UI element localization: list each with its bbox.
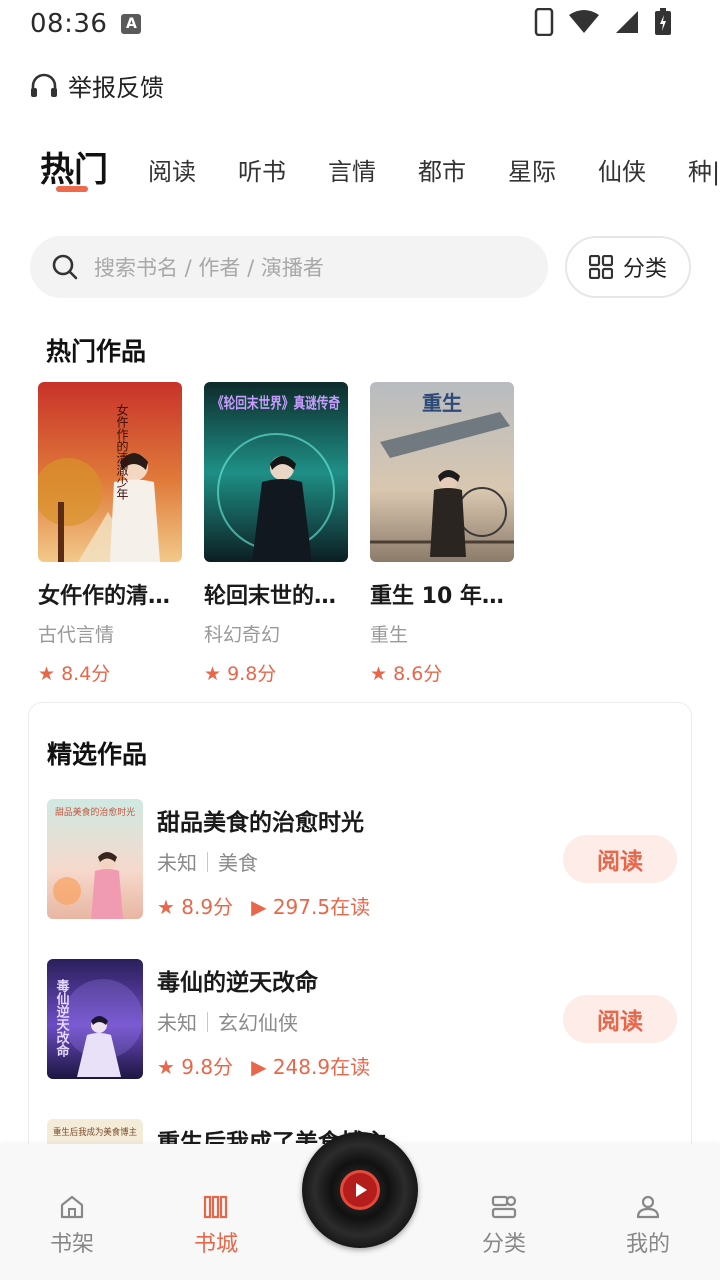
book-score: ★ 9.8分 [157, 1055, 234, 1079]
tab-xianxia[interactable]: 仙侠 [598, 140, 646, 187]
search-placeholder: 搜索书名 / 作者 / 演播者 [94, 256, 324, 280]
nav-label: 书架 [49, 1232, 94, 1257]
nav-bookstore[interactable]: 书城 [176, 1194, 256, 1258]
status-bar: 08:36 A [0, 0, 720, 48]
cover-title: 女仵作的清澈少年 [115, 403, 129, 500]
book-score: ★ 9.8分 [204, 663, 277, 685]
category-button-label: 分类 [622, 257, 667, 282]
status-time: 08:36 [30, 9, 108, 39]
book-genre: 古代言情 [38, 624, 115, 646]
book-readers: ▶ 248.9在读 [251, 1055, 371, 1079]
book-score: ★ 8.6分 [370, 663, 443, 685]
book-genre: 玄幻仙侠 [218, 1011, 298, 1035]
tab-label: 热门 [40, 150, 108, 190]
feedback-label: 举报反馈 [68, 74, 164, 102]
book-genre: 重生 [370, 624, 409, 646]
tab-hot[interactable]: 热门 [40, 140, 108, 192]
user-icon [636, 1195, 660, 1219]
books-icon [203, 1195, 228, 1219]
book-title: 重生 10 年… [370, 584, 504, 609]
book-genre: 科幻奇幻 [204, 624, 281, 646]
tab-reading[interactable]: 阅读 [148, 140, 196, 187]
book-title: 毒仙的逆天改命 [157, 970, 318, 996]
cover-title: 《轮回末世界》真谜传奇 [212, 394, 340, 412]
nav-label: 书城 [193, 1232, 238, 1257]
tab-urban[interactable]: 都市 [418, 140, 466, 187]
meta-divider [207, 851, 208, 872]
wifi-icon [569, 10, 599, 33]
phone-icon [534, 8, 554, 36]
notification-a-icon: A [121, 14, 142, 34]
featured-book-item[interactable]: 毒仙逆天改命 毒仙的逆天改命 未知 玄幻仙侠 ★ 9.8分 ▶ 248.9在读 … [47, 959, 677, 1079]
book-author: 未知 [157, 1011, 197, 1035]
tab-audiobook[interactable]: 听书 [238, 140, 286, 187]
book-readers: ▶ 297.5在读 [251, 895, 371, 919]
nav-label: 我的 [625, 1232, 670, 1257]
book-score: ★ 8.9分 [157, 895, 234, 919]
cover-title: 毒仙逆天改命 [54, 978, 71, 1058]
meta-divider [207, 1011, 208, 1032]
grid-icon [588, 255, 613, 279]
book-stats: ★ 9.8分 ▶ 248.9在读 [157, 1051, 370, 1080]
home-icon [60, 1195, 84, 1219]
cover-title: 甜品美食的治愈时光 [55, 806, 135, 818]
read-button[interactable]: 阅读 [563, 995, 677, 1043]
book-genre: 美食 [218, 851, 258, 875]
audio-player-disc-button[interactable] [302, 1132, 418, 1248]
hot-section-title: 热门作品 [46, 337, 147, 366]
book-cover: 毒仙逆天改命 [47, 959, 143, 1079]
book-score: ★ 8.4分 [38, 663, 111, 685]
read-button[interactable]: 阅读 [563, 835, 677, 883]
nav-label: 分类 [481, 1232, 526, 1257]
hot-book-card[interactable]: 《轮回末世界》真谜传奇 轮回末世的… 科幻奇幻 ★ 9.8分 [204, 382, 348, 686]
signal-icon [616, 11, 638, 33]
nav-mine[interactable]: 我的 [608, 1194, 688, 1258]
category-icon [491, 1195, 517, 1219]
book-stats: ★ 8.9分 ▶ 297.5在读 [157, 891, 370, 920]
status-icons [534, 8, 672, 36]
nav-bookshelf[interactable]: 书架 [32, 1194, 112, 1258]
cover-title: 重生 [422, 391, 462, 415]
hot-book-card[interactable]: 重生 重生 10 年… 重生 ★ 8.6分 [370, 382, 514, 686]
book-meta: 未知 美食 [157, 847, 258, 876]
book-author: 未知 [157, 851, 197, 875]
tab-more[interactable]: 种| [688, 140, 720, 187]
tab-romance[interactable]: 言情 [328, 140, 376, 187]
book-cover: 女仵作的清澈少年 [38, 382, 182, 562]
tab-active-indicator [56, 186, 88, 192]
book-cover: 《轮回末世界》真谜传奇 [204, 382, 348, 562]
book-title: 甜品美食的治愈时光 [157, 810, 364, 836]
report-feedback-link[interactable]: 举报反馈 [30, 68, 164, 103]
tab-interstellar[interactable]: 星际 [508, 140, 556, 187]
book-title: 女仵作的清… [38, 584, 171, 609]
play-icon [340, 1170, 380, 1210]
category-button[interactable]: 分类 [565, 236, 691, 298]
hot-list: 女仵作的清澈少年 女仵作的清… 古代言情 ★ 8.4分 《轮回末世界》真谜传奇 … [38, 382, 514, 686]
book-title: 轮回末世的… [204, 584, 337, 609]
search-input[interactable]: 搜索书名 / 作者 / 演播者 [30, 236, 548, 298]
book-meta: 未知 玄幻仙侠 [157, 1007, 298, 1036]
nav-category[interactable]: 分类 [464, 1194, 544, 1258]
cover-title: 重生后我成为美食博主 [53, 1126, 137, 1138]
book-cover: 重生 [370, 382, 514, 562]
battery-icon [655, 8, 671, 35]
category-tabs: 热门 阅读 听书 言情 都市 星际 仙侠 种| [40, 140, 720, 200]
headphones-icon [31, 73, 57, 97]
featured-book-item[interactable]: 甜品美食的治愈时光 甜品美食的治愈时光 未知 美食 ★ 8.9分 ▶ 297.5… [47, 799, 677, 919]
book-cover: 甜品美食的治愈时光 [47, 799, 143, 919]
search-icon [52, 254, 78, 280]
featured-section-title: 精选作品 [47, 740, 148, 769]
hot-book-card[interactable]: 女仵作的清澈少年 女仵作的清… 古代言情 ★ 8.4分 [38, 382, 182, 686]
